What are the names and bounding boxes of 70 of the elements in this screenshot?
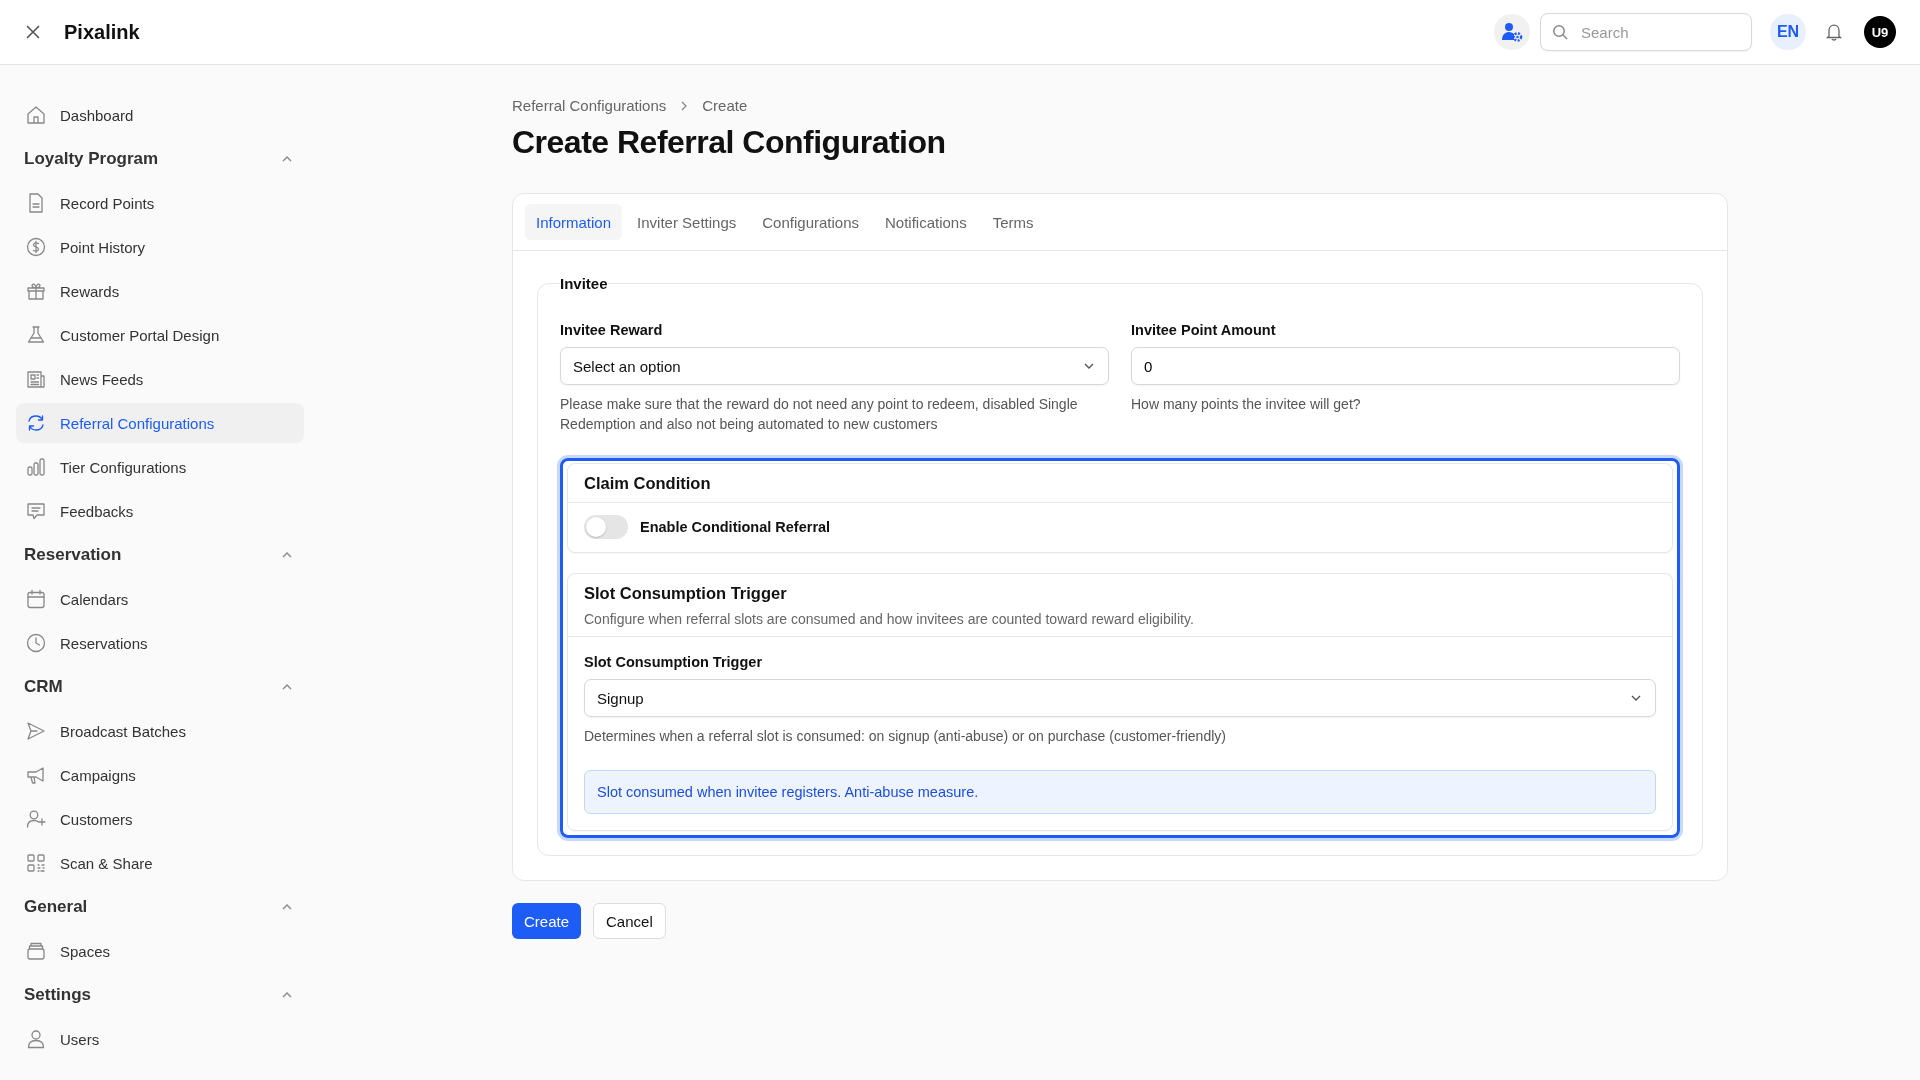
tab[interactable]: Terms (981, 204, 1045, 240)
tab[interactable]: Notifications (874, 204, 978, 240)
trigger-select[interactable]: Signup (584, 679, 1656, 717)
sidebar-group-header[interactable]: CRM (16, 667, 304, 707)
info-message: Slot consumed when invitee registers. Anti-abuse measure. (584, 770, 1656, 814)
sidebar-item[interactable]: Feedbacks (16, 491, 304, 531)
field-label: Invitee Reward (560, 322, 664, 338)
sidebar-item[interactable]: Spaces (16, 931, 304, 971)
sidebar-item[interactable]: Referral Configurations (16, 403, 304, 443)
sidebar-item[interactable]: Customer Portal Design (16, 315, 304, 355)
notifications-button[interactable] (1824, 22, 1844, 42)
section-title: Claim Condition (584, 474, 712, 493)
section-title: Slot Consumption Trigger (584, 584, 788, 603)
breadcrumb-current: Create (702, 97, 748, 114)
user-gear-icon (1501, 21, 1523, 43)
user-icon (25, 1028, 47, 1050)
help-text: How many points the invitee will get? (1131, 395, 1362, 414)
gift-icon (25, 280, 47, 302)
page-title: Create Referral Configuration (512, 124, 947, 161)
language-button[interactable]: EN (1770, 14, 1806, 50)
tab[interactable]: Inviter Settings (626, 204, 748, 240)
section-description: Configure when referral slots are consumed and how invitees are counted toward reward eligibility. (584, 611, 1195, 627)
brand-name: Pixalink (64, 20, 140, 44)
sidebar-item[interactable]: Scan & Share (16, 843, 304, 883)
sidebar-item[interactable]: Customers (16, 799, 304, 839)
tab[interactable]: Configurations (751, 204, 870, 240)
field-label: Slot Consumption Trigger (584, 654, 764, 670)
close-button[interactable] (24, 23, 42, 41)
tab[interactable]: Information (525, 204, 623, 240)
user-plus-icon (25, 808, 47, 830)
chat-icon (25, 500, 47, 522)
sidebar-item[interactable]: Tier Configurations (16, 447, 304, 487)
send-icon (25, 720, 47, 742)
toggle-label: Enable Conditional Referral (640, 519, 831, 535)
user-settings-button[interactable] (1494, 14, 1530, 50)
qr-code-icon (25, 852, 47, 874)
create-button[interactable]: Create (512, 903, 582, 939)
stack-icon (25, 940, 47, 962)
flask-icon (25, 324, 47, 346)
cancel-button[interactable]: Cancel (593, 903, 666, 939)
dollar-icon (25, 236, 47, 258)
sidebar-group-header[interactable]: Settings (16, 975, 304, 1015)
sidebar-item[interactable]: Reservations (16, 623, 304, 663)
fieldset-legend: Invitee (560, 275, 608, 292)
sidebar-group-header[interactable]: Loyalty Program (16, 139, 304, 179)
sidebar-item[interactable]: Campaigns (16, 755, 304, 795)
sidebar-group-header[interactable]: Reservation (16, 535, 304, 575)
bar-chart-icon (25, 456, 47, 478)
toggle-switch[interactable] (584, 515, 628, 539)
sidebar-item[interactable]: News Feeds (16, 359, 304, 399)
help-text: Determines when a referral slot is consumed: on signup (anti-abuse) or on purchase (customer-friendly) (584, 727, 1227, 746)
calendar-icon (25, 588, 47, 610)
sidebar-item[interactable]: Calendars (16, 579, 304, 619)
clock-icon (25, 632, 47, 654)
home-icon (25, 104, 47, 126)
sidebar-item[interactable]: Record Points (16, 183, 304, 223)
field-label: Invitee Point Amount (1131, 322, 1277, 338)
sidebar-item[interactable]: Point History (16, 227, 304, 267)
sidebar-item[interactable]: Dashboard (16, 95, 304, 135)
breadcrumb-link[interactable]: Referral Configurations (512, 97, 667, 114)
help-text: Please make sure that the reward do not need any point to redeem, disabled Single Redemption and also not being automated to new customers (560, 395, 1079, 434)
point-amount-input[interactable]: 0 (1131, 347, 1680, 385)
sidebar-item[interactable]: Rewards (16, 271, 304, 311)
sidebar-item[interactable]: Broadcast Batches (16, 711, 304, 751)
sidebar-group-header[interactable]: General (16, 887, 304, 927)
user-avatar[interactable]: U9 (1864, 16, 1896, 48)
newspaper-icon (25, 368, 47, 390)
search-field[interactable]: Search (1540, 13, 1752, 51)
sidebar-item[interactable]: Users (16, 1019, 304, 1059)
reward-select[interactable]: Select an option (560, 347, 1109, 385)
